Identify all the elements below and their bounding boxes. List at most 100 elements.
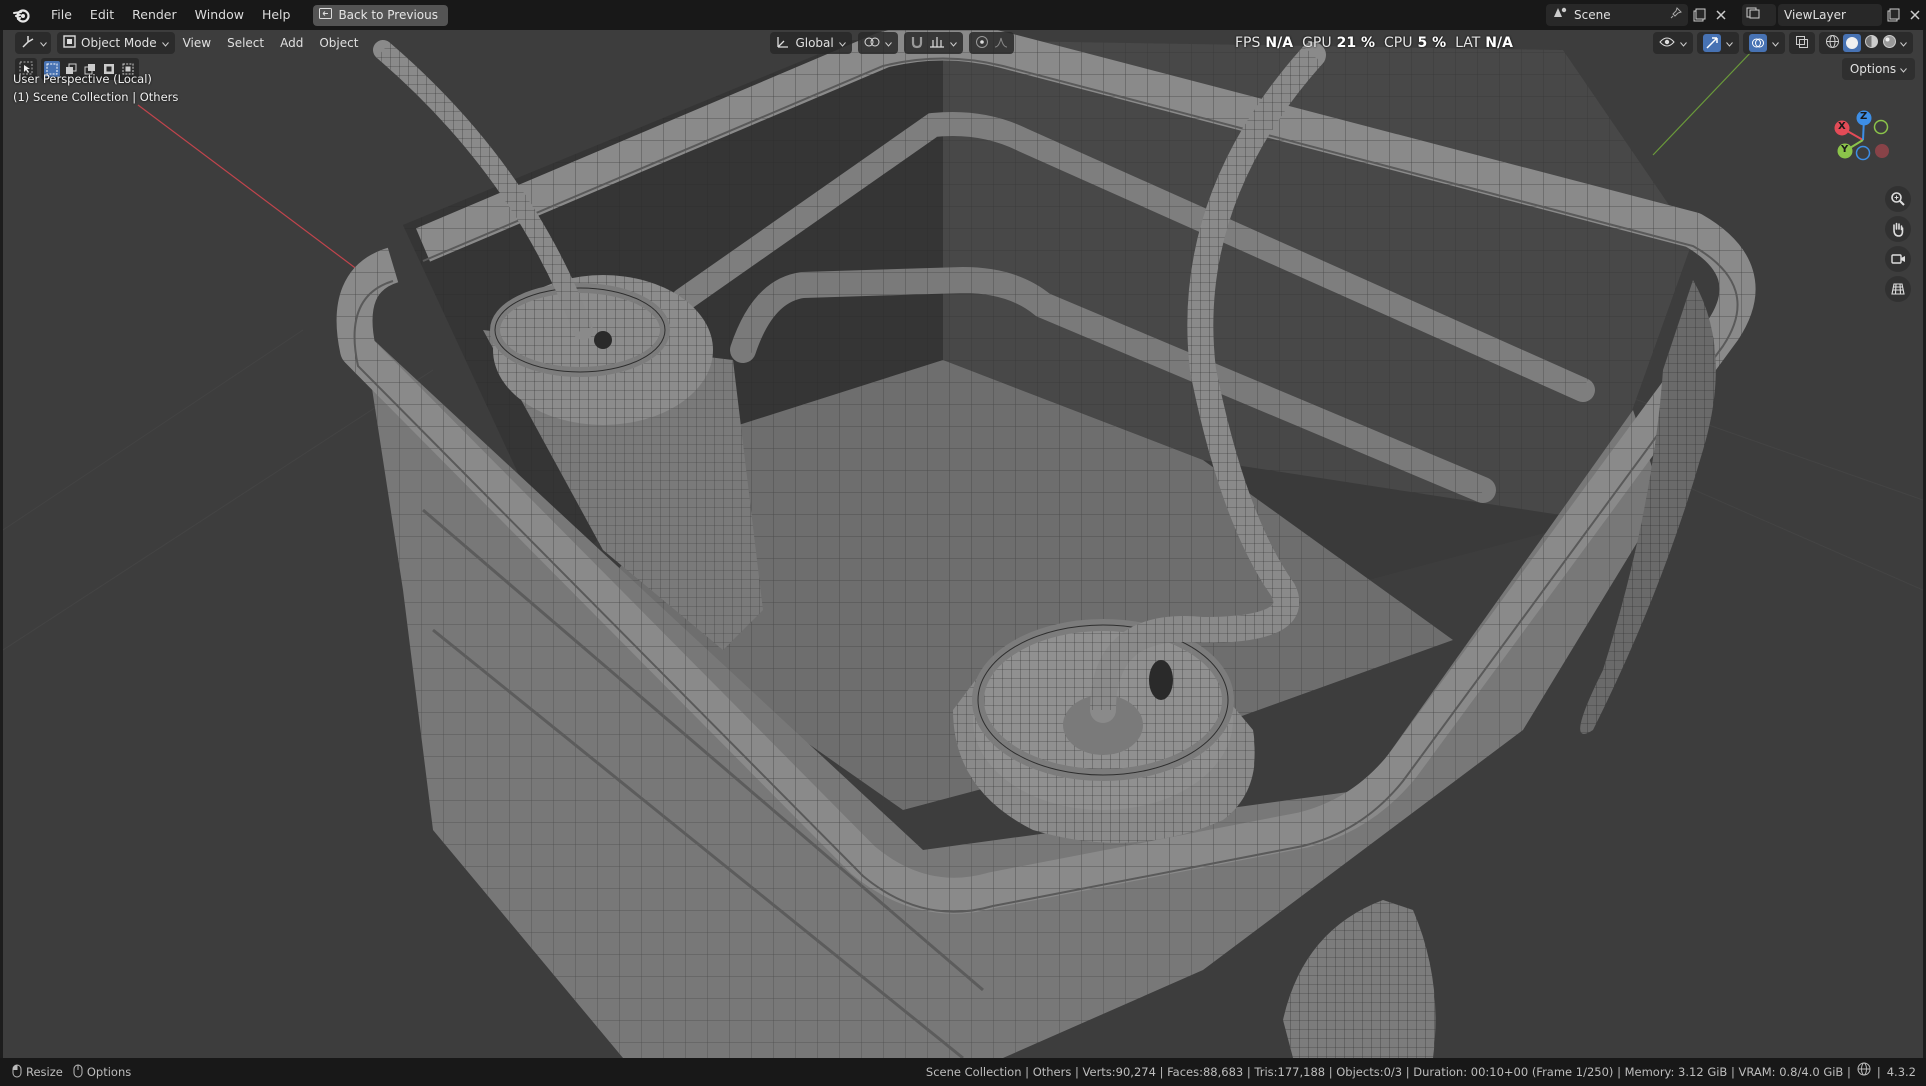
gpu-label: GPU (1302, 35, 1332, 51)
orientation-label: Global (795, 36, 834, 50)
transform-orientation-selector[interactable]: Global (770, 32, 852, 54)
object-mode-icon (63, 35, 76, 51)
snap-increment-icon[interactable] (929, 35, 945, 52)
gizmo-x-label: X (1838, 121, 1846, 132)
navigation-gizmo[interactable]: X Z Y (1821, 98, 1905, 182)
zoom-icon[interactable] (1885, 186, 1911, 212)
resize-hint: Resize (26, 1065, 63, 1079)
chevron-down-icon (838, 36, 846, 50)
menu-file[interactable]: File (42, 0, 81, 30)
chevron-down-icon[interactable] (1900, 36, 1907, 50)
network-icon (1857, 1058, 1871, 1086)
scene-selector[interactable]: Scene (1546, 4, 1688, 26)
menu-object[interactable]: Object (311, 36, 366, 50)
pan-hand-icon[interactable] (1885, 216, 1911, 242)
options-label: Options (1849, 62, 1897, 76)
orientation-icon (776, 35, 790, 52)
menu-view[interactable]: View (175, 36, 219, 50)
view-name-label: User Perspective (Local) (13, 72, 152, 86)
status-hints: Resize Options (12, 1064, 131, 1081)
falloff-icon[interactable] (994, 35, 1008, 52)
separator: | (1876, 1065, 1881, 1079)
proportional-icon (975, 35, 989, 52)
scene-icon (1552, 4, 1568, 26)
mode-selector[interactable]: Object Mode (57, 32, 175, 54)
gizmo-neg-y-icon (1873, 119, 1889, 135)
performance-overlay: FPS N/A GPU 21 % CPU 5 % LAT N/A (1235, 30, 1513, 56)
viewlayer-selector[interactable]: ViewLayer (1778, 4, 1882, 26)
view3d-icon (21, 35, 35, 52)
gizmo-toggle[interactable] (1697, 32, 1739, 54)
eye-icon (1659, 36, 1675, 51)
y-axis-line (1652, 49, 1754, 156)
chevron-down-icon (40, 36, 47, 50)
pivot-point-selector[interactable] (857, 32, 898, 54)
back-to-previous-button[interactable]: Back to Previous (313, 4, 448, 26)
gpu-value: 21 % (1336, 35, 1375, 51)
scene-statistics: Scene Collection | Others | Verts:90,274… (926, 1058, 1916, 1086)
pin-icon[interactable] (1670, 4, 1682, 26)
material-shading-icon[interactable] (1864, 34, 1879, 52)
viewlayer-browse[interactable] (1742, 4, 1776, 26)
chevron-down-icon (884, 36, 892, 50)
chevron-down-icon (1900, 62, 1907, 76)
scene-name: Scene (1574, 8, 1611, 22)
menu-help[interactable]: Help (253, 0, 300, 30)
rendered-shading-icon[interactable] (1882, 34, 1897, 52)
menu-window[interactable]: Window (186, 0, 253, 30)
magnet-icon (910, 35, 924, 52)
wireframe-shading-icon[interactable] (1825, 34, 1840, 52)
chevron-down-icon (1680, 36, 1687, 50)
x-axis-line (137, 104, 359, 271)
proportional-editing-toggle[interactable] (968, 32, 1014, 54)
mouse-icon (12, 1064, 22, 1081)
new-viewlayer-icon[interactable] (1882, 4, 1904, 26)
options-hint: Options (86, 1065, 132, 1079)
gizmo-z-label: Z (1860, 111, 1868, 122)
remove-scene-icon[interactable] (1710, 4, 1732, 26)
topbar-right: Scene ViewLayer (1546, 0, 1926, 30)
snap-toggle[interactable] (903, 32, 963, 54)
chevron-down-icon (949, 36, 957, 50)
back-screen-icon (319, 5, 333, 26)
lat-label: LAT (1455, 35, 1481, 51)
solid-shading-icon[interactable] (1843, 34, 1861, 52)
visibility-selector[interactable] (1653, 32, 1693, 54)
viewport-header-right (1653, 32, 1913, 54)
viewport-options-button[interactable]: Options (1841, 58, 1915, 80)
gizmo-neg-z-icon (1855, 145, 1871, 161)
remove-viewlayer-icon[interactable] (1904, 4, 1926, 26)
viewport-header: Object Mode View Select Add Object Globa… (3, 30, 1923, 56)
viewlayer-icon (1746, 4, 1762, 26)
back-to-previous-label: Back to Previous (338, 7, 438, 22)
editor-type-button[interactable] (15, 32, 51, 54)
menu-render[interactable]: Render (123, 0, 186, 30)
menu-add[interactable]: Add (272, 36, 311, 50)
scene-render (3, 30, 1923, 1058)
new-scene-icon[interactable] (1688, 4, 1710, 26)
scene-stats-text: Scene Collection | Others | Verts:90,274… (925, 1065, 1851, 1079)
collection-label: (1) Scene Collection | Others (13, 90, 179, 104)
gizmo-y-label: Y (1841, 144, 1849, 155)
perspective-grid-icon[interactable] (1885, 276, 1911, 302)
mode-label: Object Mode (81, 36, 157, 50)
chevron-down-icon (1726, 36, 1733, 50)
lat-value: N/A (1485, 35, 1513, 51)
chevron-down-icon (1772, 36, 1779, 50)
fps-value: N/A (1265, 35, 1294, 51)
blender-logo-icon[interactable] (12, 5, 32, 25)
version-label: 4.3.2 (1886, 1065, 1916, 1079)
3d-viewport[interactable]: Object Mode View Select Add Object Globa… (3, 30, 1923, 1058)
overlays-toggle[interactable] (1743, 32, 1785, 54)
shading-mode-group (1819, 32, 1913, 54)
fps-label: FPS (1235, 35, 1261, 51)
camera-view-icon[interactable] (1885, 246, 1911, 272)
menu-select[interactable]: Select (219, 36, 272, 50)
xray-icon (1795, 35, 1809, 52)
chevron-down-icon (161, 36, 169, 50)
overlays-icon (1749, 34, 1767, 52)
xray-toggle[interactable] (1789, 32, 1815, 54)
gizmo-neg-x-icon (1875, 144, 1889, 158)
menu-edit[interactable]: Edit (81, 0, 123, 30)
gizmo-icon (1703, 34, 1721, 52)
